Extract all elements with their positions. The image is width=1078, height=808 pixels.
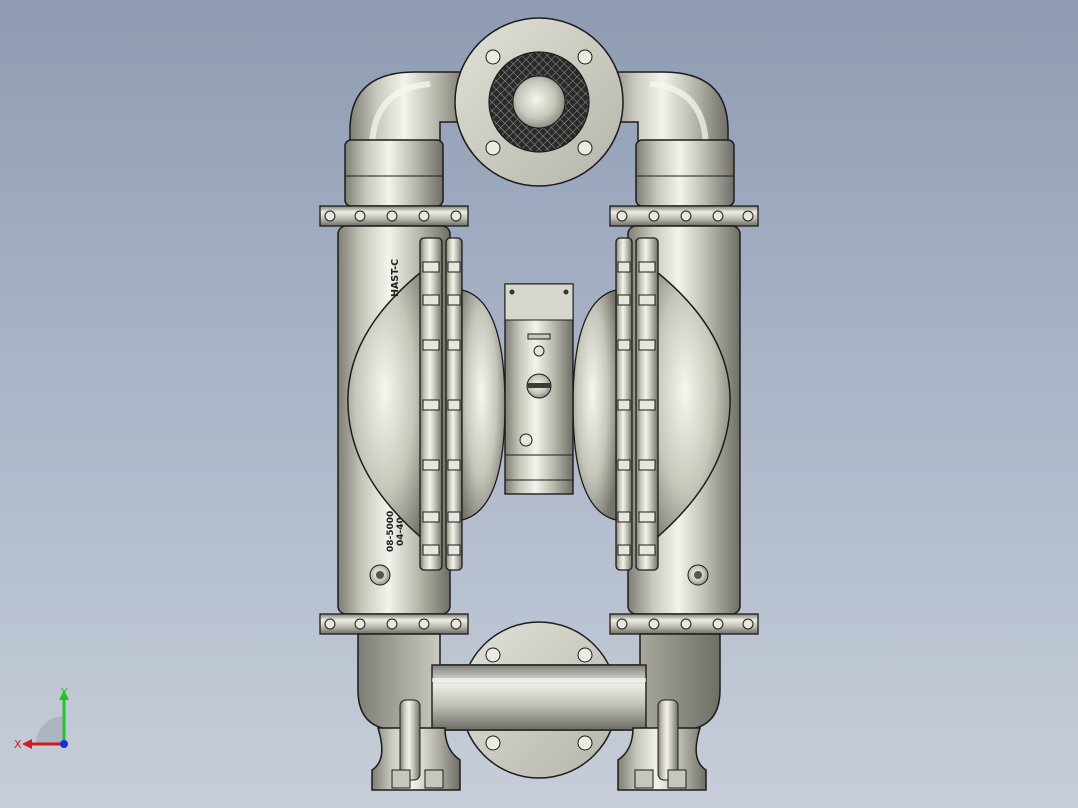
triad-plane-indicator	[36, 716, 64, 744]
triad-z-axis	[60, 740, 68, 748]
svg-text:08-5000: 08-5000	[386, 511, 396, 552]
triad-x-label: X	[14, 738, 22, 751]
right-diaphragm-clamp	[615, 237, 659, 571]
svg-text:HAST-C: HAST-C	[390, 259, 401, 297]
upper-clamp-flanges	[319, 205, 759, 227]
triad-y-label: Y	[60, 686, 68, 699]
svg-text:04-40: 04-40	[396, 517, 406, 546]
discharge-flange[interactable]	[454, 17, 624, 187]
center-air-valve[interactable]	[504, 283, 574, 495]
cad-3d-viewport[interactable]: HAST-C 08-5000 04-40 Y X	[0, 0, 1078, 808]
engraving-material: HAST-C	[390, 259, 401, 297]
coordinate-triad[interactable]: Y X	[12, 684, 82, 754]
triad-x-arrow	[22, 739, 32, 749]
left-diaphragm-clamp	[419, 237, 463, 571]
pump-3d-model[interactable]: HAST-C 08-5000 04-40	[0, 0, 1078, 808]
